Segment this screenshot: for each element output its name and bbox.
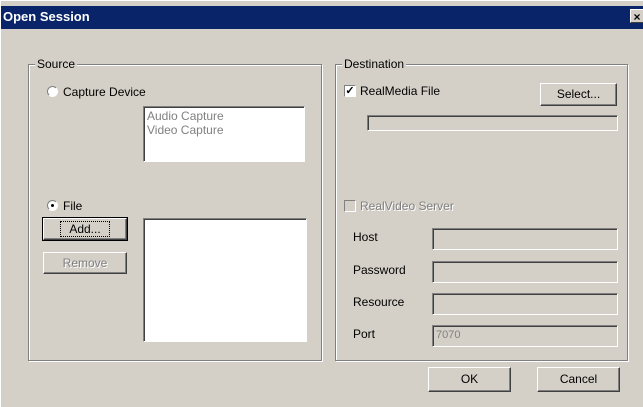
open-session-dialog: Open Session × Source Capture Device Aud… bbox=[0, 0, 643, 407]
file-list[interactable] bbox=[143, 218, 307, 342]
list-item[interactable]: Video Capture bbox=[147, 123, 224, 137]
file-radio[interactable] bbox=[47, 200, 58, 211]
close-button[interactable]: × bbox=[630, 9, 643, 24]
check-icon: ✓ bbox=[345, 85, 355, 97]
realmedia-file-path-field[interactable] bbox=[367, 115, 618, 131]
remove-button-label: Remove bbox=[62, 256, 108, 270]
file-label[interactable]: File bbox=[63, 199, 82, 213]
resource-label: Resource bbox=[353, 295, 405, 309]
cancel-button-label: Cancel bbox=[559, 372, 598, 386]
password-field[interactable] bbox=[432, 261, 618, 283]
capture-device-radio[interactable] bbox=[47, 86, 58, 97]
capture-device-list[interactable]: Audio Capture Video Capture bbox=[143, 106, 305, 162]
add-button[interactable]: Add... bbox=[42, 217, 128, 241]
close-icon: × bbox=[633, 10, 641, 24]
host-field[interactable] bbox=[432, 228, 618, 250]
remove-button[interactable]: Remove bbox=[43, 252, 127, 274]
cancel-button[interactable]: Cancel bbox=[537, 367, 620, 392]
destination-group-label: Destination bbox=[342, 57, 407, 71]
select-button-label: Select... bbox=[556, 87, 601, 101]
port-label: Port bbox=[353, 327, 376, 341]
ok-button[interactable]: OK bbox=[428, 367, 511, 392]
realvideo-server-checkbox[interactable] bbox=[344, 200, 356, 212]
realmedia-file-checkbox[interactable]: ✓ bbox=[344, 85, 356, 97]
list-item[interactable]: Audio Capture bbox=[147, 109, 224, 123]
add-button-label: Add... bbox=[60, 221, 110, 237]
resource-field[interactable] bbox=[432, 293, 618, 315]
realvideo-server-label[interactable]: RealVideo Server bbox=[360, 199, 454, 213]
title-bar[interactable]: Open Session × bbox=[1, 6, 643, 29]
password-label: Password bbox=[353, 263, 406, 277]
source-group-label: Source bbox=[35, 57, 78, 71]
select-button[interactable]: Select... bbox=[540, 83, 617, 106]
capture-device-label[interactable]: Capture Device bbox=[63, 85, 146, 99]
host-label: Host bbox=[353, 230, 378, 244]
port-field[interactable]: 7070 bbox=[432, 325, 618, 347]
window-title: Open Session bbox=[3, 9, 90, 24]
ok-button-label: OK bbox=[460, 372, 479, 386]
realmedia-file-label[interactable]: RealMedia File bbox=[360, 84, 440, 98]
